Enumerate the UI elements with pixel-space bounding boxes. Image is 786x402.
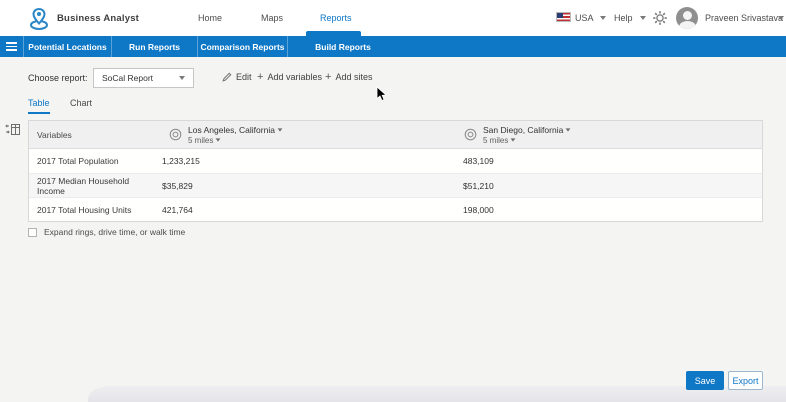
mouse-cursor <box>376 86 387 102</box>
business-analyst-logo-icon <box>30 7 48 30</box>
country-caret-icon <box>600 16 606 20</box>
ring-caret-icon <box>215 138 221 142</box>
add-sites-label: Add sites <box>335 72 373 82</box>
variables-column-header: Variables <box>37 129 72 140</box>
subnav-potential-locations[interactable]: Potential Locations <box>24 36 112 57</box>
menu-hamburger-icon[interactable] <box>0 36 24 57</box>
site-name-dropdown[interactable]: San Diego, California <box>483 125 571 135</box>
report-select[interactable]: SoCal Report <box>93 68 194 88</box>
nav-maps[interactable]: Maps <box>261 13 283 23</box>
site-name-dropdown[interactable]: Los Angeles, California <box>188 125 283 135</box>
table-header-row: Variables Los Angeles, California 5 mile… <box>29 121 762 149</box>
add-variables-label: Add variables <box>267 72 322 82</box>
export-button[interactable]: Export <box>728 371 763 390</box>
ring-caret-icon <box>510 138 516 142</box>
tab-table[interactable]: Table <box>28 98 50 114</box>
value-sd: $51,210 <box>463 180 494 191</box>
expand-rings-label: Expand rings, drive time, or walk time <box>44 227 186 237</box>
transpose-table-icon[interactable] <box>5 122 21 137</box>
edit-label: Edit <box>236 72 252 82</box>
pencil-icon <box>222 72 232 82</box>
app-title: Business Analyst <box>57 13 140 24</box>
usa-flag-icon <box>556 12 571 22</box>
subnav-run-reports[interactable]: Run Reports <box>112 36 198 57</box>
variable-name: 2017 Total Population <box>37 156 119 166</box>
expand-rings-option: Expand rings, drive time, or walk time <box>28 227 185 237</box>
rings-icon <box>169 128 182 141</box>
site-ring-dropdown[interactable]: 5 miles <box>188 136 283 145</box>
variable-name: 2017 Total Housing Units <box>37 204 132 215</box>
subnav-comparison-reports[interactable]: Comparison Reports <box>198 36 288 57</box>
site-ring-dropdown[interactable]: 5 miles <box>483 136 571 145</box>
site-column-la: Los Angeles, California 5 miles <box>154 121 449 148</box>
nav-home[interactable]: Home <box>198 13 222 23</box>
plus-icon: + <box>257 70 264 83</box>
bottom-panel-edge <box>88 386 786 402</box>
save-button[interactable]: Save <box>686 371 724 390</box>
value-la: 421,764 <box>162 204 193 215</box>
table-row: 2017 Total Housing Units 421,764 198,000 <box>29 197 762 221</box>
plus-icon: + <box>325 70 332 83</box>
value-la: $35,829 <box>162 180 193 191</box>
site-column-sd: San Diego, California 5 miles <box>449 121 762 148</box>
help-menu[interactable]: Help <box>614 13 633 23</box>
subnav-build-reports[interactable]: Build Reports <box>288 36 398 57</box>
expand-rings-checkbox[interactable] <box>28 227 37 237</box>
report-select-caret-icon <box>179 76 185 80</box>
tab-chart[interactable]: Chart <box>70 98 92 112</box>
table-row: 2017 Median Household Income $35,829 $51… <box>29 173 762 197</box>
top-bar: Business Analyst Home Maps Reports USA H… <box>0 0 786 36</box>
choose-report-label: Choose report: <box>28 73 88 83</box>
comparison-table: Variables Los Angeles, California 5 mile… <box>28 120 763 222</box>
add-sites-button[interactable]: + Add sites <box>325 70 373 83</box>
value-sd: 198,000 <box>463 204 494 215</box>
add-variables-button[interactable]: + Add variables <box>257 70 322 83</box>
value-la: 1,233,215 <box>162 156 200 166</box>
site-caret-icon <box>565 128 571 132</box>
value-sd: 483,109 <box>463 156 494 166</box>
help-caret-icon <box>640 16 646 20</box>
settings-gear-icon[interactable] <box>652 10 668 26</box>
edit-report-button[interactable]: Edit <box>222 72 252 82</box>
report-select-value: SoCal Report <box>102 73 154 83</box>
reports-subnav: Potential Locations Run Reports Comparis… <box>0 31 786 57</box>
user-menu[interactable]: Praveen Srivastava <box>705 13 783 23</box>
active-tab-notch <box>306 31 361 37</box>
user-caret-icon <box>778 16 784 20</box>
rings-icon <box>464 128 477 141</box>
country-menu[interactable]: USA <box>575 13 594 23</box>
user-avatar[interactable] <box>676 7 698 29</box>
site-caret-icon <box>277 128 283 132</box>
variable-name: 2017 Median Household Income <box>37 175 130 196</box>
table-row: 2017 Total Population 1,233,215 483,109 <box>29 149 762 173</box>
nav-reports[interactable]: Reports <box>320 13 352 23</box>
